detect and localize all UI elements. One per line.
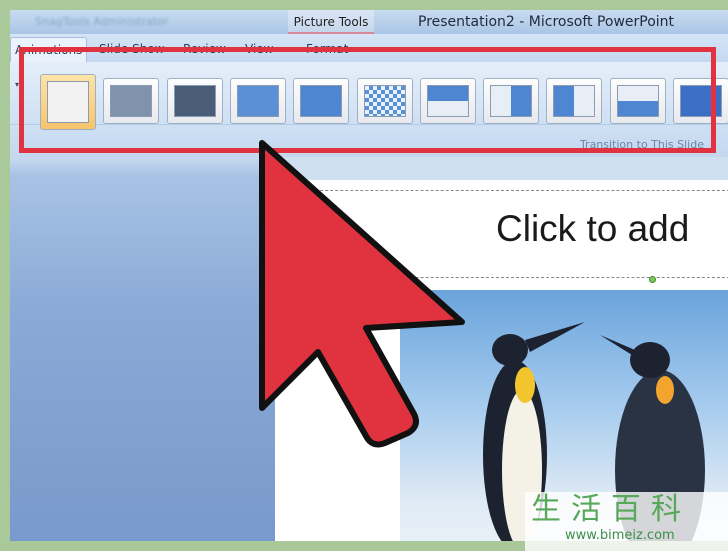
watermark-text: 生活百科 (531, 492, 691, 527)
red-pointer-arrow (259, 140, 465, 448)
watermark-url: www.bimeiz.com (565, 528, 675, 543)
watermark-logo: 生活百科 www.bimeiz.com (525, 492, 728, 551)
